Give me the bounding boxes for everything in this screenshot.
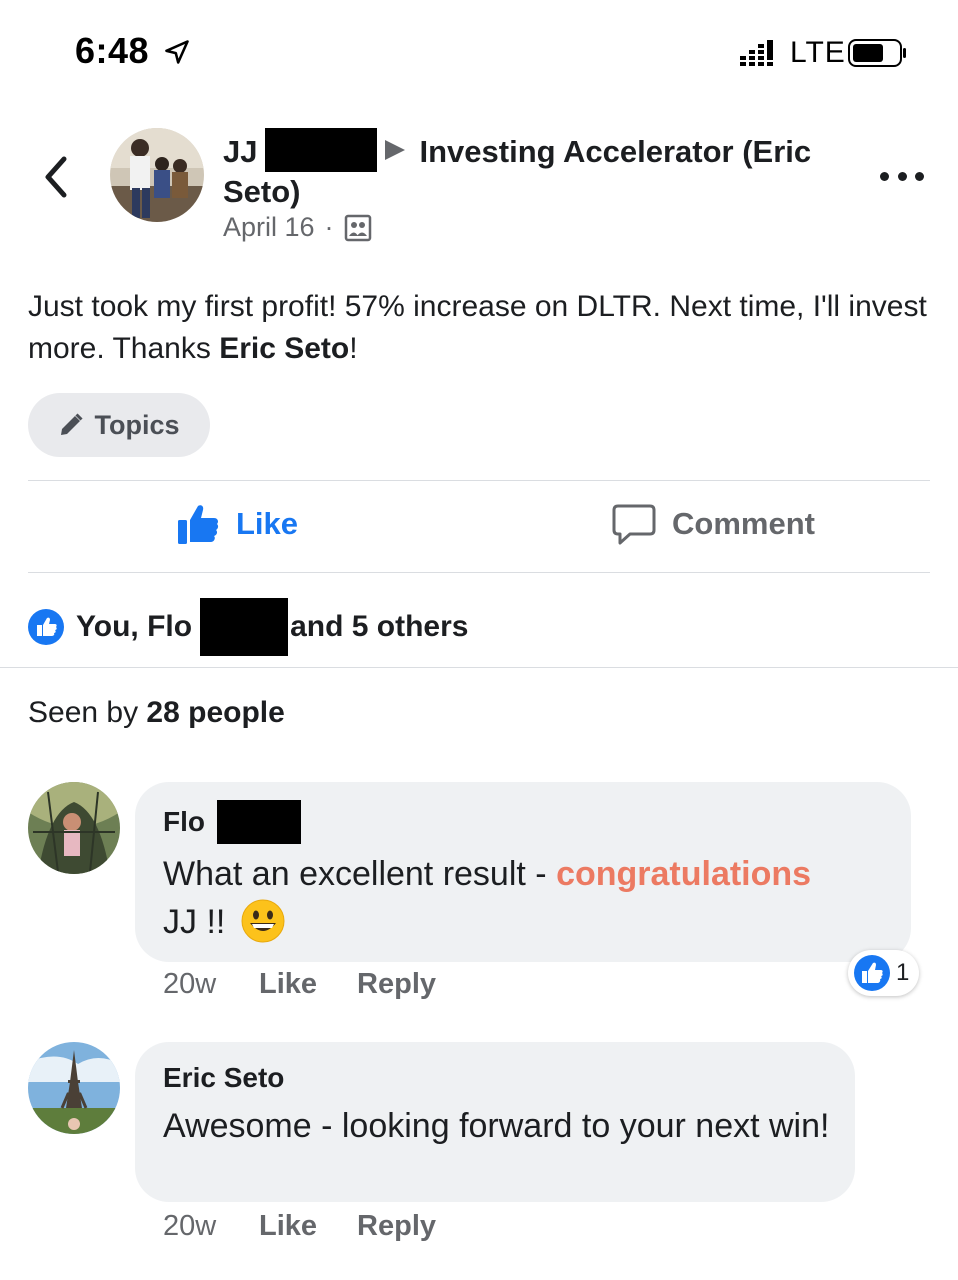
comment-author-name[interactable]: Flo [163,804,205,840]
comment-label: Comment [672,506,815,541]
comment-bubble-icon [612,504,656,545]
comment-text: What an excellent result - congratulatio… [163,850,883,946]
seen-by-prefix: Seen by [28,696,147,729]
author-name[interactable]: JJ [223,134,257,169]
reactions-suffix: and 5 others [290,610,469,643]
redaction-box [265,128,378,172]
author-photo [110,128,204,222]
comment-reaction-count[interactable]: 1 [848,950,920,996]
post-body-end: ! [349,332,358,365]
topics-button[interactable]: Topics [28,393,210,457]
comment-bubble[interactable]: Flo What an excellent result - congratul… [135,782,911,962]
like-label: Like [236,506,299,541]
comment-reply-button[interactable]: Reply [357,968,436,1001]
status-time: 6:48 [75,30,150,71]
comment-author[interactable]: Flo [163,800,883,844]
posted-in-arrow-icon [385,140,406,160]
comment-bubble[interactable]: Eric Seto Awesome - looking forward to y… [135,1042,855,1202]
commenter-photo [28,1042,120,1134]
divider [0,667,958,668]
post-date[interactable]: April 16 [223,212,315,243]
comment-text-end: JJ !! [163,903,226,941]
comment-time[interactable]: 20w [163,968,259,1001]
like-button[interactable]: Like [176,502,298,546]
comment-like-button[interactable]: Like [259,1210,317,1243]
more-options-button[interactable] [880,164,924,188]
back-button[interactable] [36,152,76,202]
divider [28,480,930,481]
network-label: LTE [790,36,846,69]
comment-like-button[interactable]: Like [259,968,317,1001]
location-arrow-icon [165,40,189,64]
post-meta: April 16 · [223,212,372,243]
comment-reply-button[interactable]: Reply [357,1210,436,1243]
group-name-continued[interactable]: Seto) [223,174,301,209]
reactions-prefix: You, Flo [76,610,193,643]
like-reaction-icon [854,955,890,991]
seen-by-count: 28 people [146,696,285,729]
comment-button[interactable]: Comment [612,502,815,546]
grinning-emoji-icon [241,899,285,943]
comment-author[interactable]: Eric Seto [163,1060,827,1096]
like-reaction-icon [28,609,64,645]
comment-author-name[interactable]: Eric Seto [163,1060,284,1096]
more-dots-icon [880,171,889,181]
commenter-avatar[interactable] [28,782,120,874]
group-name[interactable]: Investing Accelerator (Eric [419,134,811,169]
pencil-icon [61,413,84,435]
post-body: Just took my first profit! 57% increase … [28,290,927,365]
post-text: Just took my first profit! 57% increase … [28,286,928,370]
group-icon [344,214,371,241]
redaction-box [200,598,289,656]
comment-time[interactable]: 20w [163,1210,259,1243]
comment-text: Awesome - looking forward to your next w… [163,1107,830,1145]
seen-by[interactable]: Seen by 28 people [28,696,285,730]
redaction-box [217,800,301,844]
post-header-title[interactable]: JJ Investing Accelerator (Eric Seto) [223,128,823,212]
comment-text-start: What an excellent result - [163,855,557,893]
signal-icon [740,40,773,66]
comment-meta: 20w Like Reply [163,968,476,1001]
commenter-avatar[interactable] [28,1042,120,1134]
status-bar: 6:48 LTE [0,0,958,100]
commenter-photo [28,782,120,874]
comment-highlight: congratulations [556,855,812,893]
meta-separator: · [324,212,334,242]
author-avatar[interactable] [110,128,204,222]
topics-label: Topics [94,409,180,440]
thumbs-up-icon [178,505,219,544]
battery-icon [848,39,906,67]
reactions-summary[interactable]: You, Flo and 5 others [28,598,468,656]
back-chevron-icon [45,156,67,198]
divider [28,572,930,573]
mention-link[interactable]: Eric Seto [219,332,349,365]
comment-meta: 20w Like Reply [163,1210,476,1243]
reaction-count-number: 1 [896,959,910,986]
